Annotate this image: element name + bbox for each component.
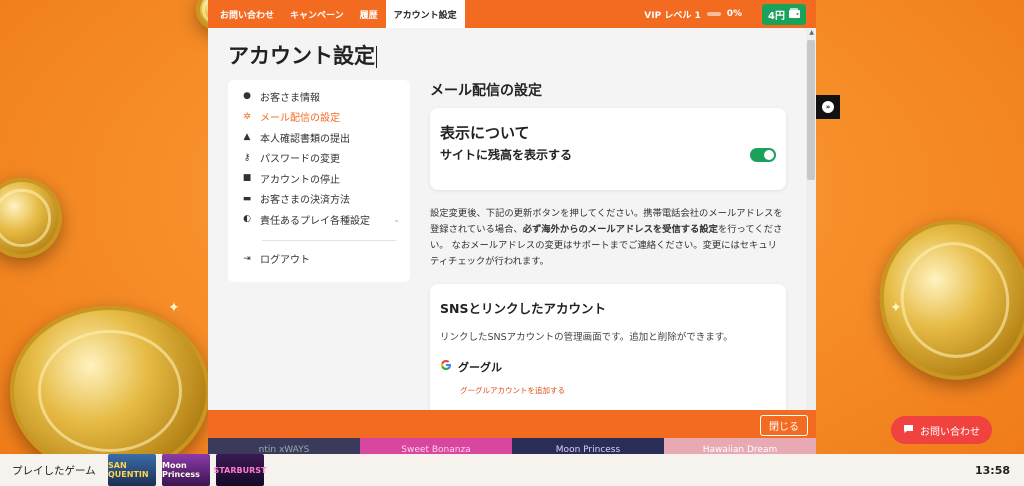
logout-button[interactable]: ⇥ ログアウト — [228, 249, 410, 270]
played-games-thumbnails: SAN QUENTIN Moon Princess STARBURST — [108, 454, 266, 486]
sidebar-item-email-settings[interactable]: ✲ メール配信の設定 — [228, 107, 410, 128]
google-account-row: グーグル — [440, 359, 776, 375]
contact-label: お問い合わせ — [920, 426, 980, 438]
sidebar-item-label: パスワードの変更 — [260, 154, 340, 166]
page-title: アカウント設定 — [228, 44, 377, 68]
text-caret — [376, 46, 377, 68]
vip-progress-bar — [706, 12, 721, 16]
clock: 13:58 — [974, 463, 1010, 477]
sidebar-item-customer-info[interactable]: ● お客さま情報 — [228, 86, 410, 107]
scroll-up-arrow-icon[interactable]: ▲ — [809, 29, 814, 36]
gear-icon: ✲ — [243, 111, 251, 122]
display-card-heading: 表示について — [440, 124, 530, 142]
sidebar-item-account-suspension[interactable]: ■ アカウントの停止 — [228, 168, 410, 189]
sidebar-item-label: メール配信の設定 — [260, 113, 340, 125]
gold-coin-decoration — [0, 178, 62, 258]
sparkle-decoration: ✦ — [890, 300, 902, 316]
display-settings-card: 表示について サイトに残高を表示する — [430, 108, 786, 190]
card-icon: ▬ — [242, 193, 252, 204]
game-thumbnail[interactable]: SAN QUENTIN — [108, 454, 156, 486]
user-id-icon: ▲ — [243, 132, 251, 143]
sidebar-divider — [262, 239, 396, 241]
logout-icon: ⇥ — [243, 253, 251, 264]
sidebar-item-label: お客さま情報 — [260, 92, 320, 104]
game-thumbnail[interactable]: Moon Princess — [162, 454, 210, 486]
google-label: グーグル — [458, 361, 502, 374]
email-notice: 設定変更後、下記の更新ボタンを押してください。携帯電話会社のメールアドレスを登録… — [430, 208, 783, 267]
balance-amount: 4円 — [768, 10, 785, 22]
lock-icon: ■ — [242, 173, 252, 184]
gold-coin-decoration — [865, 206, 1024, 394]
wallet-icon — [789, 7, 800, 21]
sidebar-item-label: 責任あるプレイ各種設定 — [260, 215, 370, 227]
floating-contact-button[interactable]: お問い合わせ — [891, 416, 992, 444]
nav-contact[interactable]: お問い合わせ — [212, 0, 282, 28]
chat-bubble-icon — [903, 424, 914, 437]
show-balance-row: サイトに残高を表示する — [440, 146, 776, 163]
show-balance-toggle[interactable] — [750, 147, 776, 162]
sns-accounts-card: SNSとリンクしたアカウント リンクしたSNSアカウントの管理画面です。追加と削… — [430, 284, 786, 410]
balance-button[interactable]: 4円 — [762, 3, 806, 25]
account-settings-modal: お問い合わせ キャンペーン 履歴 アカウント設定 VIP レベル 1 0% 4円… — [208, 0, 816, 438]
sidebar-item-label: お客さまの決済方法 — [260, 195, 350, 207]
close-button[interactable]: 閉じる — [760, 415, 808, 436]
scrollbar[interactable]: ▲ — [806, 28, 816, 410]
scrollbar-thumb[interactable] — [807, 40, 815, 180]
logout-label: ログアウト — [260, 255, 310, 267]
email-settings-content: メール配信の設定 表示について サイトに残高を表示する 設定変更後、下記の更新ボ… — [430, 80, 786, 410]
gold-coin-decoration — [10, 306, 210, 476]
settings-sidebar: ● お客さま情報 ✲ メール配信の設定 ▲ 本人確認書類の提出 ⚷ パスワードの… — [228, 80, 410, 282]
vip-percent: 0% — [726, 9, 743, 19]
top-nav: お問い合わせ キャンペーン 履歴 アカウント設定 — [208, 0, 465, 28]
add-google-account-link[interactable]: グーグルアカウントを追加する — [440, 385, 776, 396]
panel-toggle-button[interactable]: » — [816, 95, 840, 119]
nav-account-settings[interactable]: アカウント設定 — [385, 0, 465, 28]
game-thumbnail[interactable]: STARBURST — [214, 454, 266, 486]
modal-footer: 閉じる — [208, 410, 816, 438]
section-title: メール配信の設定 — [430, 83, 542, 99]
played-games-bar: プレイしたゲーム SAN QUENTIN Moon Princess STARB… — [0, 454, 1024, 486]
key-icon: ⚷ — [243, 152, 251, 163]
nav-campaign[interactable]: キャンペーン — [282, 0, 352, 28]
sns-description: リンクしたSNSアカウントの管理画面です。追加と削除ができます。 — [440, 332, 733, 343]
google-icon — [440, 359, 452, 375]
half-circle-icon: ◐ — [243, 214, 251, 225]
sidebar-item-label: 本人確認書類の提出 — [260, 133, 350, 145]
sns-card-title: SNSとリンクしたアカウント — [440, 301, 606, 316]
sidebar-item-label: アカウントの停止 — [260, 174, 340, 186]
sparkle-decoration: ✦ — [168, 300, 180, 316]
played-games-label: プレイしたゲーム — [12, 464, 96, 477]
sidebar-item-id-documents[interactable]: ▲ 本人確認書類の提出 — [228, 127, 410, 148]
vip-label: VIP レベル 1 — [644, 10, 701, 21]
sidebar-item-responsible-play[interactable]: ◐ 責任あるプレイ各種設定 ⌄ — [228, 209, 410, 230]
fast-forward-icon: » — [822, 101, 834, 113]
modal-body: アカウント設定 ● お客さま情報 ✲ メール配信の設定 ▲ 本人確認書類の提出 … — [208, 28, 806, 410]
vip-level[interactable]: VIP レベル 1 0% 4円 — [644, 0, 816, 28]
top-nav-bar: お問い合わせ キャンペーン 履歴 アカウント設定 VIP レベル 1 0% 4円 — [208, 0, 816, 28]
chevron-down-icon: ⌄ — [393, 214, 400, 224]
sidebar-item-payment-methods[interactable]: ▬ お客さまの決済方法 — [228, 189, 410, 210]
user-icon: ● — [243, 91, 251, 102]
show-balance-label: サイトに残高を表示する — [440, 148, 573, 162]
nav-history[interactable]: 履歴 — [352, 0, 386, 28]
sidebar-item-password[interactable]: ⚷ パスワードの変更 — [228, 148, 410, 169]
